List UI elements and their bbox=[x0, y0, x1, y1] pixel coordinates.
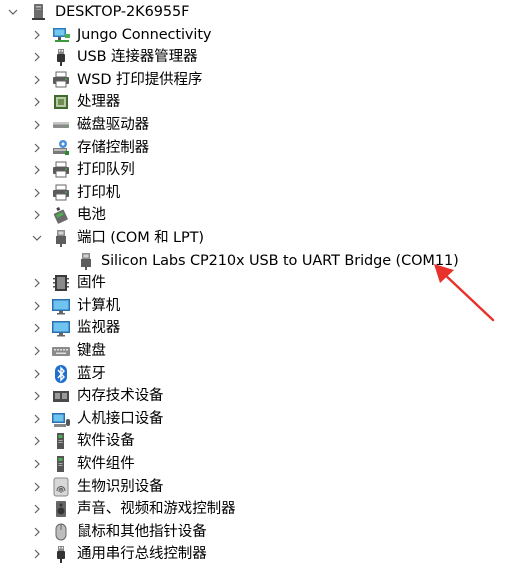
tree-item-label: 软件组件 bbox=[77, 456, 135, 472]
port-icon bbox=[51, 228, 71, 248]
monitor-icon bbox=[51, 296, 71, 316]
chevron-right-icon[interactable] bbox=[31, 340, 43, 362]
mouse-icon bbox=[51, 522, 71, 542]
chevron-right-icon[interactable] bbox=[31, 317, 43, 339]
port-icon bbox=[76, 251, 96, 271]
tree-item-label: 生物识别设备 bbox=[77, 478, 164, 495]
tree-item[interactable]: 电池 bbox=[0, 204, 524, 226]
printer-icon bbox=[51, 160, 71, 180]
tree-item-label: 打印队列 bbox=[77, 162, 135, 179]
tree-item[interactable]: 通用串行总线控制器 bbox=[0, 543, 524, 565]
chevron-right-icon[interactable] bbox=[31, 24, 43, 46]
printer-icon bbox=[51, 70, 71, 90]
tree-item-label: 处理器 bbox=[77, 94, 121, 111]
chevron-right-icon[interactable] bbox=[31, 521, 43, 543]
tree-item-label: 存储控制器 bbox=[77, 139, 149, 156]
tree-item[interactable]: 打印机 bbox=[0, 182, 524, 204]
tree-item-label: DESKTOP-2K6955F bbox=[55, 4, 190, 20]
tree-item-label: 声音、视频和游戏控制器 bbox=[77, 501, 236, 518]
tree-item-label: 磁盘驱动器 bbox=[77, 117, 149, 133]
tree-item[interactable]: 生物识别设备 bbox=[0, 476, 524, 498]
tree-item-label: 软件设备 bbox=[77, 433, 135, 450]
chevron-right-icon[interactable] bbox=[31, 114, 43, 136]
chevron-right-icon[interactable] bbox=[31, 543, 43, 565]
monitor-icon bbox=[51, 318, 71, 338]
speaker-icon bbox=[51, 499, 71, 519]
tree-item-label: 计算机 bbox=[77, 297, 121, 314]
tree-root[interactable]: DESKTOP-2K6955F bbox=[0, 1, 524, 23]
chevron-right-icon[interactable] bbox=[31, 453, 43, 475]
tree-item-label: 内存技术设备 bbox=[77, 388, 164, 405]
tree-item[interactable]: 处理器 bbox=[0, 91, 524, 113]
chevron-right-icon[interactable] bbox=[31, 430, 43, 452]
tree-item[interactable]: 端口 (COM 和 LPT) bbox=[0, 227, 524, 249]
tree-item-label: 键盘 bbox=[77, 343, 106, 359]
keyboard-icon bbox=[51, 341, 71, 361]
tree-item[interactable]: 人机接口设备 bbox=[0, 408, 524, 430]
chevron-right-icon[interactable] bbox=[31, 385, 43, 407]
chevron-right-icon[interactable] bbox=[31, 408, 43, 430]
chevron-right-icon[interactable] bbox=[31, 182, 43, 204]
chevron-right-icon[interactable] bbox=[31, 476, 43, 498]
annotation-arrow bbox=[434, 264, 495, 322]
fingerprint-icon bbox=[51, 477, 71, 497]
tree-item-label: 人机接口设备 bbox=[77, 410, 164, 427]
usb-icon bbox=[51, 544, 71, 564]
chevron-right-icon[interactable] bbox=[31, 272, 43, 294]
tree-item-label: Jungo Connectivity bbox=[77, 26, 212, 43]
tree-item[interactable]: 磁盘驱动器 bbox=[0, 114, 524, 136]
tree-item[interactable]: Jungo Connectivity bbox=[0, 24, 524, 46]
memory-icon bbox=[51, 386, 71, 406]
chevron-right-icon[interactable] bbox=[31, 498, 43, 520]
tree-item[interactable]: 内存技术设备 bbox=[0, 385, 524, 407]
computer-icon bbox=[29, 2, 49, 22]
chevron-right-icon[interactable] bbox=[31, 295, 43, 317]
tree-item[interactable]: 软件设备 bbox=[0, 430, 524, 452]
chevron-right-icon[interactable] bbox=[31, 137, 43, 159]
tree-item-label: 固件 bbox=[77, 275, 106, 292]
chevron-right-icon[interactable] bbox=[31, 69, 43, 91]
tree-item[interactable]: 存储控制器 bbox=[0, 137, 524, 159]
storage-controller-icon bbox=[51, 138, 71, 158]
tree-item-label: 通用串行总线控制器 bbox=[77, 546, 207, 563]
tree-item[interactable]: 键盘 bbox=[0, 340, 524, 362]
chevron-right-icon[interactable] bbox=[31, 363, 43, 385]
tree-item-label: 端口 (COM 和 LPT) bbox=[77, 230, 204, 246]
tree-item[interactable]: 打印队列 bbox=[0, 159, 524, 181]
tree-item[interactable]: WSD 打印提供程序 bbox=[0, 69, 524, 91]
hid-icon bbox=[51, 409, 71, 429]
chevron-right-icon[interactable] bbox=[31, 204, 43, 226]
firmware-icon bbox=[51, 273, 71, 293]
usb-icon bbox=[51, 47, 71, 67]
chip-icon bbox=[51, 92, 71, 112]
tree-item-label: USB 连接器管理器 bbox=[77, 49, 198, 66]
tree-item[interactable]: 软件组件 bbox=[0, 453, 524, 475]
tree-item[interactable]: 声音、视频和游戏控制器 bbox=[0, 498, 524, 520]
battery-icon bbox=[51, 205, 71, 225]
tree-item-label: 鼠标和其他指针设备 bbox=[77, 523, 207, 540]
chevron-right-icon[interactable] bbox=[31, 159, 43, 181]
tree-item[interactable]: USB 连接器管理器 bbox=[0, 46, 524, 68]
software-component-icon bbox=[51, 454, 71, 474]
software-device-icon bbox=[51, 431, 71, 451]
chevron-right-icon[interactable] bbox=[31, 91, 43, 113]
tree-item-label: Silicon Labs CP210x USB to UART Bridge (… bbox=[101, 252, 459, 269]
tree-item[interactable]: 蓝牙 bbox=[0, 363, 524, 385]
tree-item-label: 监视器 bbox=[77, 320, 121, 337]
printer-icon bbox=[51, 183, 71, 203]
tree-item-label: 打印机 bbox=[77, 184, 121, 201]
tree-item-label: WSD 打印提供程序 bbox=[77, 71, 203, 88]
tree-item[interactable]: 鼠标和其他指针设备 bbox=[0, 521, 524, 543]
disk-icon bbox=[51, 115, 71, 135]
chevron-down-icon[interactable] bbox=[31, 227, 43, 249]
chevron-down-icon[interactable] bbox=[7, 1, 19, 23]
network-icon bbox=[51, 25, 71, 45]
tree-item-label: 蓝牙 bbox=[77, 365, 106, 382]
chevron-right-icon[interactable] bbox=[31, 46, 43, 68]
bluetooth-icon bbox=[51, 364, 71, 384]
tree-item-label: 电池 bbox=[77, 207, 106, 224]
